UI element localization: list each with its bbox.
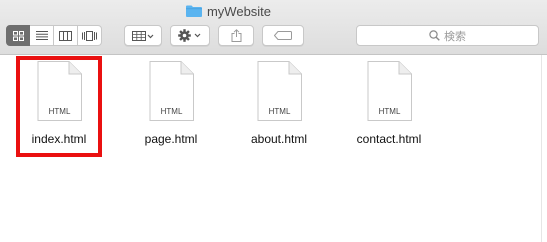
list-view-button[interactable]	[30, 25, 54, 46]
folder-icon	[185, 5, 202, 17]
svg-text:HTML: HTML	[161, 107, 183, 116]
html-file-icon: HTML	[257, 61, 302, 121]
arrange-button[interactable]	[124, 25, 162, 46]
cover-flow-view-icon	[82, 30, 97, 41]
file-item-about[interactable]: HTML about.html	[229, 60, 329, 150]
tag-icon	[274, 31, 292, 40]
search-icon	[429, 30, 440, 41]
svg-text:HTML: HTML	[269, 107, 291, 116]
view-mode-control	[6, 25, 102, 46]
html-file-icon: HTML	[367, 61, 412, 121]
action-button[interactable]	[170, 25, 210, 46]
icon-view-button[interactable]	[6, 25, 30, 46]
file-name: contact.html	[356, 132, 422, 146]
tag-button[interactable]	[262, 25, 304, 46]
html-file-icon: HTML	[37, 61, 82, 121]
svg-text:HTML: HTML	[49, 107, 71, 116]
gear-icon	[178, 29, 201, 42]
html-file-icon: HTML	[149, 61, 194, 121]
file-item-index[interactable]: HTML index.html	[9, 60, 109, 150]
window-title: myWebsite	[206, 3, 272, 19]
file-item-page[interactable]: HTML page.html	[121, 60, 221, 150]
icon-view-icon	[12, 30, 24, 41]
column-view-button[interactable]	[54, 25, 78, 46]
scrollbar[interactable]	[541, 55, 547, 242]
svg-text:HTML: HTML	[379, 107, 401, 116]
grid-icon	[132, 30, 154, 41]
file-name: about.html	[250, 132, 308, 146]
file-name: page.html	[144, 132, 198, 146]
cover-flow-view-button[interactable]	[78, 25, 102, 46]
window-title-bar: myWebsite	[0, 2, 547, 20]
file-item-contact[interactable]: HTML contact.html	[339, 60, 439, 150]
share-button[interactable]	[218, 25, 254, 46]
share-icon	[231, 29, 241, 42]
search-placeholder: 検索	[444, 30, 466, 43]
file-name: index.html	[31, 132, 87, 146]
list-view-icon	[35, 31, 48, 40]
column-view-icon	[59, 30, 72, 41]
finder-toolbar: myWebsite 検索	[0, 0, 547, 55]
search-input[interactable]: 検索	[356, 25, 539, 46]
